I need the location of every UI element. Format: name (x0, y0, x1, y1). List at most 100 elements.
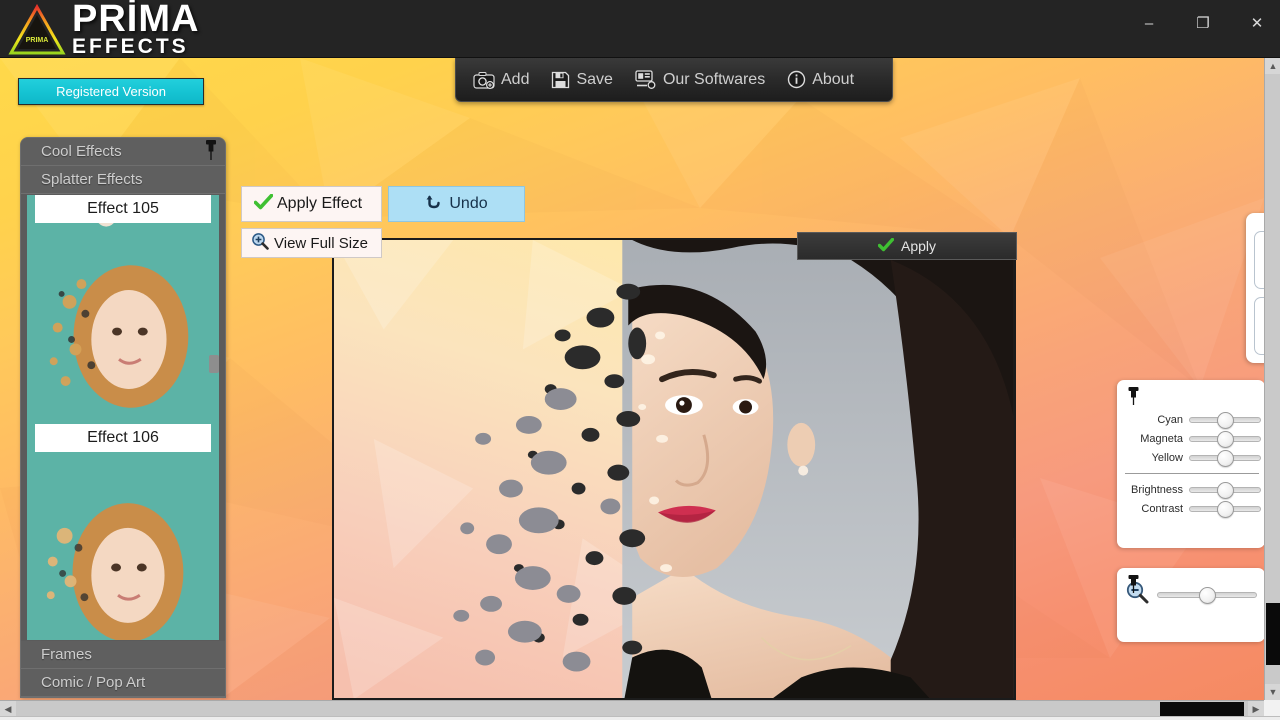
menu-item-add-label: Add (501, 70, 530, 88)
image-canvas[interactable] (332, 238, 1016, 700)
pushpin-icon[interactable] (1126, 574, 1141, 594)
effect-preview-image (27, 195, 219, 422)
slider-magneta[interactable]: Magneta (1117, 429, 1264, 448)
slider-yellow-thumb[interactable] (1217, 449, 1234, 467)
menu-item-save-label: Save (576, 70, 613, 88)
menu-item-save[interactable]: Save (548, 69, 615, 91)
main-menu-bar: Add Save Our Softwares About (455, 58, 893, 102)
registered-version-button[interactable]: Registered Version (18, 78, 204, 105)
slider-brightness[interactable]: Brightness (1117, 480, 1264, 499)
sidebar-category-splatter-effects[interactable]: Splatter Effects (21, 166, 225, 194)
slider-cyan-label: Cyan (1157, 413, 1183, 426)
apply-effect-label: Apply Effect (277, 195, 363, 212)
app-title-block: PRİMA EFFECTS (72, 0, 200, 58)
canvas-apply-label: Apply (900, 238, 937, 254)
scroll-down-arrow-icon[interactable]: ▼ (1265, 684, 1280, 700)
slider-contrast[interactable]: Contrast (1117, 499, 1264, 518)
edited-photo (334, 240, 1014, 698)
camera-add-icon (473, 71, 495, 89)
effect-thumbnail-item[interactable]: Effect 105 (27, 195, 219, 424)
menu-item-our-softwares[interactable]: Our Softwares (632, 68, 768, 91)
slider-magneta-track[interactable] (1189, 430, 1261, 448)
panel-divider (1125, 473, 1259, 474)
slider-cyan-thumb[interactable] (1217, 411, 1234, 429)
effect-thumbnail-label: Effect 105 (35, 195, 211, 223)
slider-contrast-track[interactable] (1189, 500, 1261, 518)
prima-triangle-logo-icon: PRIMA (8, 3, 66, 56)
slider-yellow-label: Yellow (1151, 451, 1183, 464)
close-button[interactable]: ✕ (1240, 10, 1274, 36)
view-full-size-label: View Full Size (274, 234, 368, 252)
app-logo: PRIMA PRİMA EFFECTS (8, 0, 200, 58)
slider-brightness-thumb[interactable] (1217, 481, 1234, 499)
effect-preview-image (27, 424, 219, 640)
slider-cyan-track[interactable] (1189, 411, 1261, 429)
zoom-slider-thumb[interactable] (1199, 586, 1216, 604)
green-check-icon (877, 237, 895, 255)
svg-text:PRIMA: PRIMA (26, 37, 49, 44)
view-full-size-button[interactable]: View Full Size (241, 228, 382, 258)
minimize-button[interactable]: – (1132, 10, 1166, 36)
right-tool-panel-partial[interactable] (1246, 213, 1264, 363)
scroll-right-arrow-icon[interactable]: ▶ (1248, 701, 1264, 717)
app-brand-name: PRİMA (72, 0, 200, 40)
menu-item-about-label: About (812, 70, 855, 88)
vertical-scrollbar[interactable]: ▲ ▼ (1264, 58, 1280, 700)
sidebar-category-comic-pop-art[interactable]: Comic / Pop Art (21, 669, 225, 697)
menu-item-our-softwares-label: Our Softwares (662, 70, 766, 88)
sidebar-category-label: Comic / Pop Art (41, 674, 146, 691)
slider-yellow[interactable]: Yellow (1117, 448, 1264, 467)
workspace-background: Add Save Our Softwares About Registered … (0, 58, 1264, 700)
horizontal-scrollbar-thumb[interactable] (1160, 702, 1244, 716)
menu-item-about[interactable]: About (784, 68, 857, 91)
effect-thumbnail-label: Effect 106 (35, 424, 211, 452)
canvas-apply-button[interactable]: Apply (797, 232, 1017, 260)
green-check-icon (253, 193, 274, 215)
thumbnail-scroll-nub[interactable] (209, 355, 219, 373)
slider-yellow-track[interactable] (1189, 449, 1261, 467)
window-bottom-edge (0, 716, 1280, 720)
menu-item-add[interactable]: Add (470, 69, 532, 91)
vertical-scrollbar-thumb[interactable] (1266, 603, 1280, 665)
sidebar-category-label: Cool Effects (41, 143, 122, 160)
zoom-panel (1117, 568, 1264, 642)
magnifier-plus-icon (251, 232, 269, 254)
horizontal-scrollbar[interactable]: ◀ ▶ (0, 700, 1264, 717)
info-circle-icon (787, 70, 806, 89)
color-adjust-panel: Cyan Magneta Yellow Brightness Contrast (1117, 380, 1264, 548)
effect-thumbnail-item[interactable]: Effect 106 (27, 424, 219, 640)
zoom-slider-track[interactable] (1157, 586, 1257, 604)
slider-contrast-thumb[interactable] (1217, 500, 1234, 518)
app-brand-subtitle: EFFECTS (72, 35, 189, 58)
apps-grid-icon (635, 70, 657, 89)
effect-thumbnail-list[interactable]: Effect 105 Effect 106 (27, 195, 219, 640)
undo-button[interactable]: Undo (388, 186, 525, 222)
restore-button[interactable]: ❐ (1186, 10, 1220, 36)
application-window: PRIMA PRİMA EFFECTS – ❐ ✕ Add Save Our S… (0, 0, 1280, 720)
sidebar-category-label: Splatter Effects (41, 171, 143, 188)
undo-label: Undo (449, 195, 488, 212)
sidebar-category-cool-effects[interactable]: Cool Effects (21, 138, 225, 166)
registered-version-label: Registered Version (56, 84, 166, 99)
right-tool-option-box[interactable] (1254, 297, 1264, 355)
slider-brightness-track[interactable] (1189, 481, 1261, 499)
pushpin-icon[interactable] (1126, 386, 1141, 406)
apply-effect-button[interactable]: Apply Effect (241, 186, 382, 222)
right-tool-option-box[interactable] (1254, 231, 1264, 289)
slider-magneta-thumb[interactable] (1217, 430, 1234, 448)
sidebar-category-frames[interactable]: Frames (21, 641, 225, 669)
undo-arrow-icon (425, 194, 442, 215)
sidebar-category-label: Frames (41, 646, 92, 663)
title-bar: PRIMA PRİMA EFFECTS – ❐ ✕ (0, 0, 1280, 58)
scroll-up-arrow-icon[interactable]: ▲ (1265, 58, 1280, 74)
scroll-left-arrow-icon[interactable]: ◀ (0, 701, 16, 717)
floppy-disk-icon (551, 71, 570, 89)
slider-cyan[interactable]: Cyan (1117, 410, 1264, 429)
slider-contrast-label: Contrast (1141, 502, 1183, 515)
slider-magneta-label: Magneta (1140, 432, 1183, 445)
effects-sidebar: Cool Effects Splatter Effects Effect 105… (20, 137, 226, 698)
window-controls: – ❐ ✕ (1132, 10, 1274, 36)
pushpin-icon[interactable] (203, 139, 219, 161)
sidebar-bottom-categories: Frames Comic / Pop Art (21, 641, 225, 697)
slider-brightness-label: Brightness (1131, 483, 1183, 496)
